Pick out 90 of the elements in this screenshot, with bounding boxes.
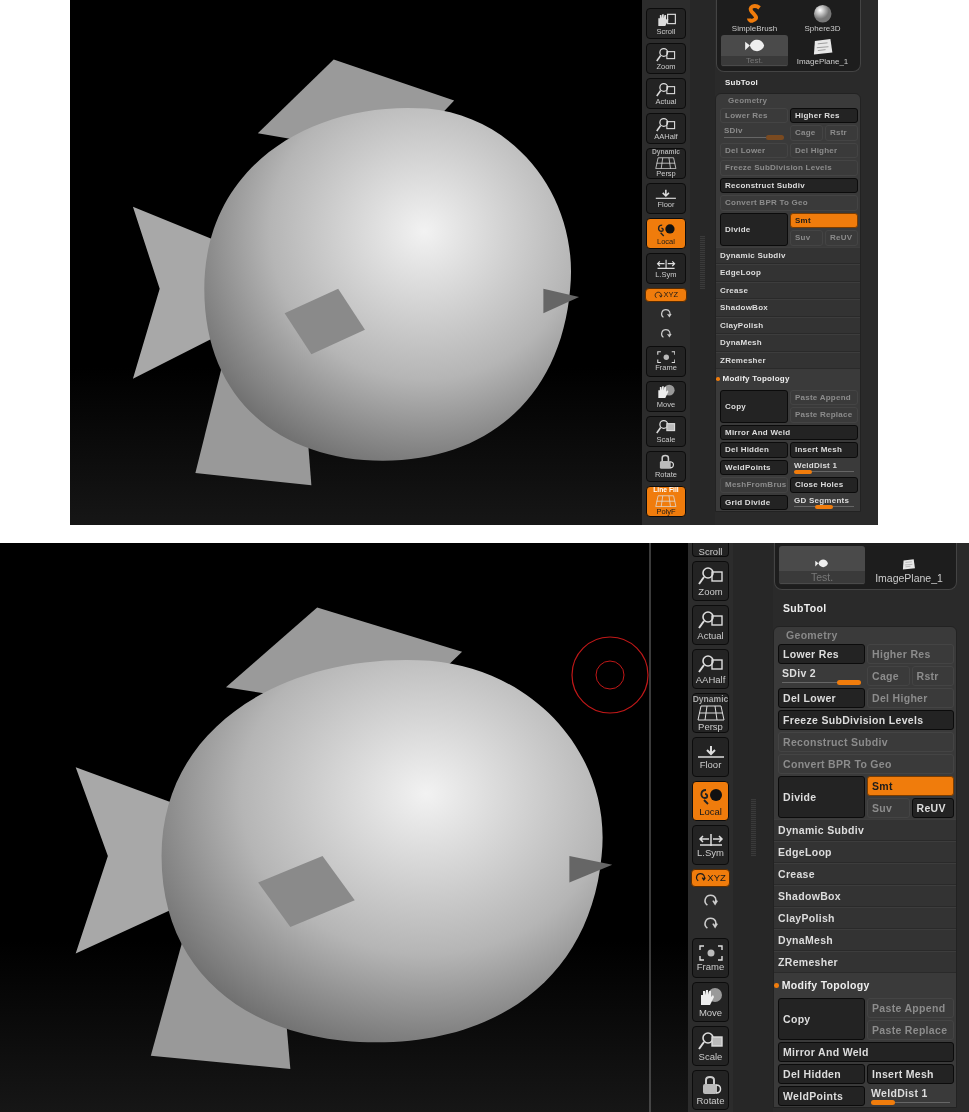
panel-button[interactable]: Del Hidden <box>720 442 788 458</box>
slider[interactable]: WeldDist 1 <box>867 1086 954 1107</box>
toolbar-button[interactable]: Local <box>692 781 729 821</box>
image-plane-icon <box>901 558 917 571</box>
magnifier-icon <box>655 116 677 132</box>
toolbar-button[interactable]: Zoom <box>692 561 729 601</box>
rotate-arrow-icon <box>660 327 672 340</box>
menu-item[interactable]: Crease <box>774 863 956 886</box>
menu-item[interactable]: EdgeLoop <box>716 264 860 282</box>
slider-thumb[interactable] <box>837 679 861 686</box>
panel-button[interactable]: Insert Mesh <box>790 442 858 458</box>
toolbar-button[interactable]: Rotate <box>692 1069 729 1110</box>
rotate-arrow-icon <box>653 290 663 300</box>
menu-item[interactable]: ShadowBox <box>716 299 860 317</box>
arrows-icon <box>697 832 724 847</box>
toolbar-button[interactable]: Frame <box>692 937 729 978</box>
sphere-icon <box>812 3 833 23</box>
frame-corners-icon <box>656 350 676 364</box>
panel-button[interactable]: Divide <box>778 776 865 819</box>
tool-thumbnail[interactable]: Sphere3D <box>789 2 856 34</box>
magnifier-icon <box>655 419 677 435</box>
slider[interactable]: GD Segments <box>790 494 858 510</box>
magnifier-icon <box>697 565 724 586</box>
slider-thumb[interactable] <box>871 1099 895 1106</box>
slider[interactable]: WeldDist 1 <box>790 459 858 475</box>
brush-cursor-icon <box>571 636 649 714</box>
floor-arrow-icon <box>696 744 725 759</box>
toolbar-button[interactable]: Scroll <box>692 543 729 557</box>
menu-item[interactable]: Dynamic Subdiv <box>774 819 956 842</box>
panel-button[interactable]: Close Holes <box>790 477 858 493</box>
toolbar-button[interactable]: AAHalf <box>692 649 729 689</box>
toolbar-toggle[interactable]: XYZ <box>691 869 730 887</box>
panel-button[interactable]: Divide <box>720 212 788 246</box>
panel-button[interactable]: ReUV <box>911 798 954 819</box>
hand-icon <box>655 11 677 27</box>
section-title: SubTool <box>782 601 827 616</box>
magnifier-icon <box>655 46 677 62</box>
rotate-arrow-icon <box>695 872 707 884</box>
panel-button[interactable]: Mirror And Weld <box>778 1042 954 1063</box>
grid-icon <box>655 494 677 508</box>
arrows-icon <box>655 258 677 270</box>
tool-thumbnail[interactable]: ImagePlane_1 <box>866 546 952 585</box>
swirl-icon <box>655 221 677 237</box>
slider-thumb[interactable] <box>815 504 833 509</box>
toggle-button[interactable]: Smt <box>790 212 858 228</box>
magnifier-icon <box>697 609 724 630</box>
tool-thumbnail[interactable]: ImagePlane_1 <box>789 35 856 67</box>
menu-item[interactable]: EdgeLoop <box>774 841 956 864</box>
magnifier-icon <box>697 1030 724 1051</box>
panel-button[interactable]: Del Lower <box>778 688 865 709</box>
toggle-button[interactable]: Smt <box>867 776 954 797</box>
toolbar-button[interactable]: Floor <box>692 737 729 777</box>
grid-icon <box>696 704 725 721</box>
menu-item[interactable]: ZRemesher <box>774 951 956 974</box>
panel-button[interactable]: Insert Mesh <box>867 1064 954 1085</box>
panel-button[interactable]: Mirror And Weld <box>720 424 858 440</box>
menu-item[interactable]: DynaMesh <box>716 334 860 352</box>
panel-button[interactable]: WeldPoints <box>778 1086 865 1107</box>
toolbar-button[interactable]: Scale <box>692 1025 729 1066</box>
section-title: SubTool <box>724 77 759 89</box>
toolbar-button[interactable]: Move <box>692 981 729 1022</box>
subpanel-header[interactable]: Modify Topology <box>716 370 790 388</box>
slider-thumb[interactable] <box>794 469 812 474</box>
panel-button[interactable]: Copy <box>720 389 788 423</box>
toolbar-button[interactable]: Dynamic Persp <box>692 693 729 733</box>
slider[interactable]: SDiv 2 <box>778 666 865 687</box>
menu-item[interactable]: DynaMesh <box>774 929 956 952</box>
menu-item[interactable]: ShadowBox <box>774 885 956 908</box>
panel-button[interactable]: Freeze SubDivision Levels <box>778 710 954 731</box>
panel-button[interactable]: Copy <box>778 998 865 1041</box>
magnifier-icon <box>655 81 677 97</box>
tool-thumbnail[interactable]: SimpleBrush <box>721 2 788 34</box>
floor-arrow-icon <box>655 188 677 200</box>
panel-button[interactable]: Reconstruct Subdiv <box>720 177 858 193</box>
panel-button[interactable]: Del Hidden <box>778 1064 865 1085</box>
panel-button[interactable]: Lower Res <box>778 644 865 665</box>
panel-button[interactable]: Grid Divide <box>720 494 788 510</box>
panel-button[interactable]: Higher Res <box>790 107 858 123</box>
fish-thumbnail-icon <box>814 557 830 570</box>
subpanel-header[interactable]: Modify Topology <box>774 974 870 997</box>
toolbar-button[interactable]: L.Sym <box>692 825 729 865</box>
rotate-arrow-icon <box>660 307 672 320</box>
menu-item[interactable]: ClayPolish <box>774 907 956 930</box>
panel-button[interactable]: WeldPoints <box>720 459 788 475</box>
magnifier-icon <box>697 653 724 674</box>
frame-corners-icon <box>698 944 723 961</box>
toolbar-button[interactable]: Actual <box>692 605 729 645</box>
grid-icon <box>655 156 677 170</box>
menu-item[interactable]: Dynamic Subdiv <box>716 246 860 264</box>
hand-sphere-icon <box>655 384 677 400</box>
